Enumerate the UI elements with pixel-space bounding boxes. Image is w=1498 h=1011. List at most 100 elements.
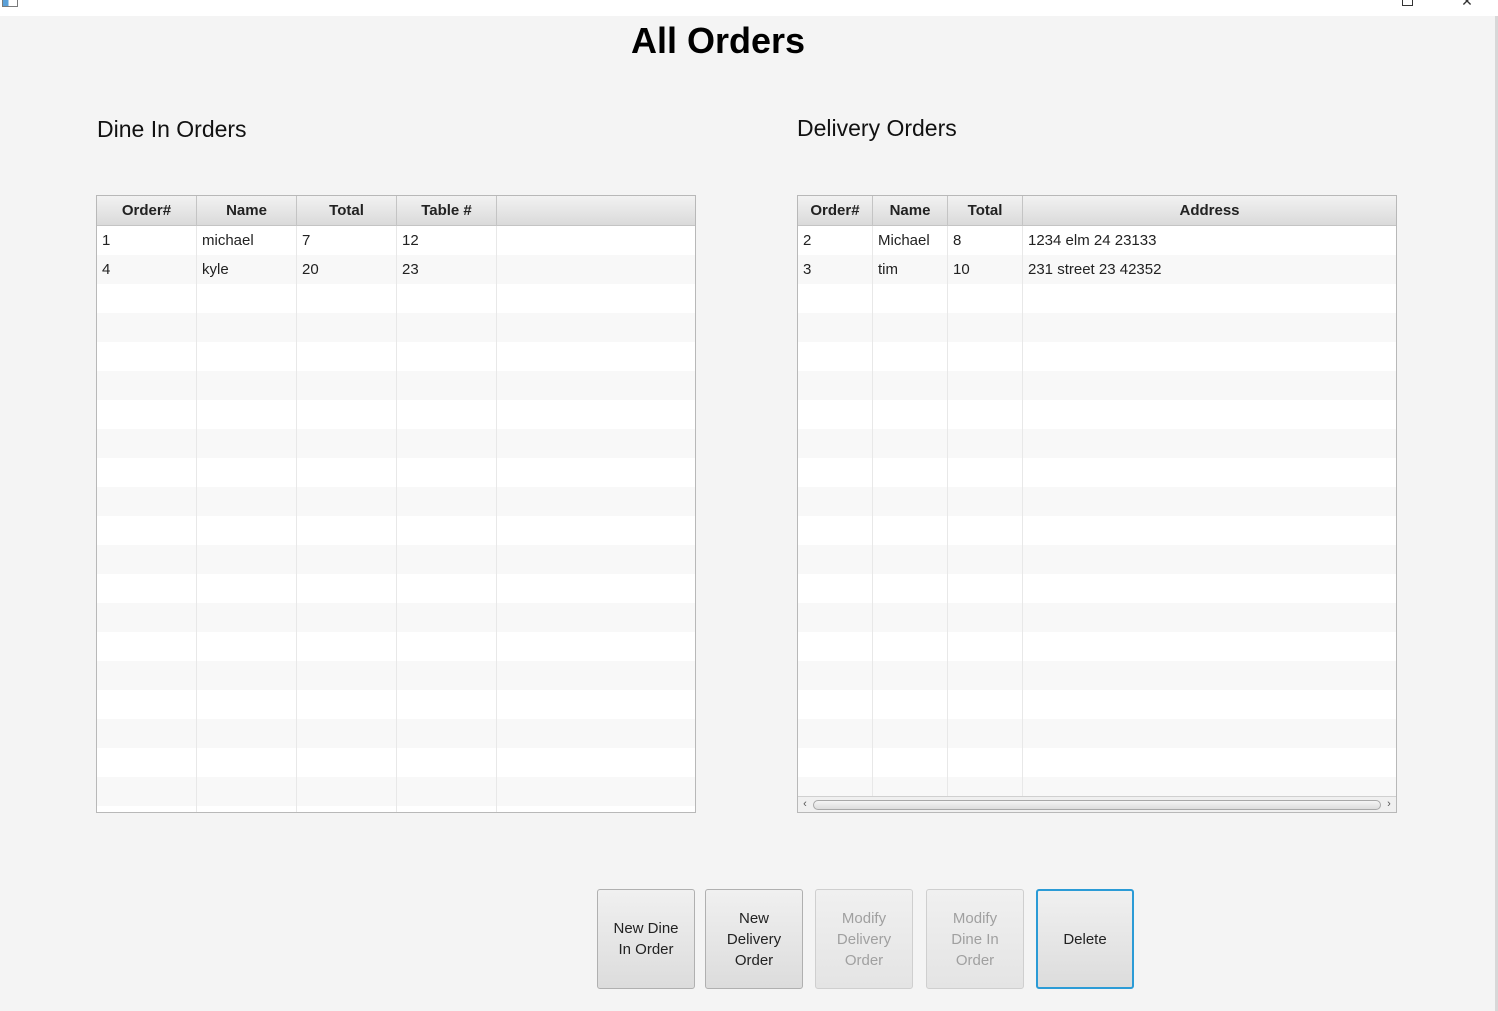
table-cell [397,429,497,458]
empty-table-row[interactable] [97,429,695,458]
table-row[interactable]: 2 Michael 8 1234 elm 24 23133 [798,226,1396,255]
empty-table-row[interactable] [798,371,1396,400]
empty-table-row[interactable] [798,632,1396,661]
empty-table-row[interactable] [97,632,695,661]
horizontal-scrollbar[interactable]: ‹ › [798,796,1396,812]
table-cell [873,719,948,748]
table-cell [1023,313,1396,342]
new-dine-in-order-button[interactable]: New Dine In Order [597,889,695,989]
empty-table-row[interactable] [97,806,695,812]
table-cell [397,719,497,748]
empty-table-row[interactable] [798,719,1396,748]
empty-table-row[interactable] [97,487,695,516]
empty-table-row[interactable] [798,400,1396,429]
empty-table-row[interactable] [798,516,1396,545]
empty-table-row[interactable] [97,284,695,313]
table-row[interactable]: 4 kyle 20 23 [97,255,695,284]
empty-table-row[interactable] [798,748,1396,777]
modify-delivery-order-button[interactable]: Modify Delivery Order [815,889,913,989]
empty-table-row[interactable] [798,429,1396,458]
table-cell [948,545,1023,574]
empty-table-row[interactable] [97,603,695,632]
table-cell [1023,371,1396,400]
column-header-total[interactable]: Total [948,196,1023,226]
column-header-name[interactable]: Name [197,196,297,226]
empty-table-row[interactable] [97,719,695,748]
empty-table-row[interactable] [798,690,1396,719]
table-cell [297,342,397,371]
empty-table-row[interactable] [798,342,1396,371]
column-header-total[interactable]: Total [297,196,397,226]
table-cell [873,603,948,632]
table-row[interactable]: 3 tim 10 231 street 23 42352 [798,255,1396,284]
empty-table-row[interactable] [798,487,1396,516]
delivery-orders-table[interactable]: Order# Name Total Address 2 Michael 8 1234 … [797,195,1397,813]
scrollbar-thumb[interactable] [813,800,1381,810]
table-cell [1023,400,1396,429]
dine-in-orders-table[interactable]: Order# Name Total Table # 1 michael 7 12 4 ky… [96,195,696,813]
table-cell [948,574,1023,603]
table-cell: 2 [798,226,873,255]
empty-table-row[interactable] [798,545,1396,574]
table-cell: 1 [97,226,197,255]
table-row[interactable]: 1 michael 7 12 [97,226,695,255]
column-header-table-number[interactable]: Table # [397,196,497,226]
empty-table-row[interactable] [798,574,1396,603]
table-cell [97,632,197,661]
modify-dine-in-order-button[interactable]: Modify Dine In Order [926,889,1024,989]
empty-table-row[interactable] [97,545,695,574]
empty-table-row[interactable] [798,661,1396,690]
empty-table-row[interactable] [97,400,695,429]
table-cell [1023,632,1396,661]
table-cell [497,748,695,777]
table-cell [798,342,873,371]
table-cell [948,661,1023,690]
empty-table-row[interactable] [97,661,695,690]
empty-table-row[interactable] [798,458,1396,487]
table-cell [397,371,497,400]
table-cell [197,371,297,400]
delete-button[interactable]: Delete [1036,889,1134,989]
empty-table-row[interactable] [97,342,695,371]
empty-table-row[interactable] [798,313,1396,342]
table-cell [497,487,695,516]
empty-table-row[interactable] [798,603,1396,632]
table-cell [497,632,695,661]
column-header-order-number[interactable]: Order# [97,196,197,226]
table-cell: 7 [297,226,397,255]
table-cell [397,661,497,690]
empty-table-row[interactable] [97,574,695,603]
table-cell [397,574,497,603]
empty-table-row[interactable] [97,371,695,400]
table-cell [297,719,397,748]
button-label-line: Delivery [726,930,782,948]
empty-table-row[interactable] [798,284,1396,313]
table-cell [1023,545,1396,574]
table-cell [873,342,948,371]
empty-table-row[interactable] [97,690,695,719]
column-header-name[interactable]: Name [873,196,948,226]
button-label-line: Order [734,951,774,969]
column-header-order-number[interactable]: Order# [798,196,873,226]
empty-table-row[interactable] [97,313,695,342]
table-cell [297,487,397,516]
table-cell [1023,690,1396,719]
scroll-right-icon[interactable]: › [1382,797,1396,812]
table-cell [948,458,1023,487]
empty-table-row[interactable] [97,777,695,806]
delivery-orders-title: Delivery Orders [797,115,957,141]
empty-table-row[interactable] [97,748,695,777]
table-cell: 1234 elm 24 23133 [1028,232,1157,249]
column-header-address[interactable]: Address [1023,196,1396,226]
table-cell: 20 [297,255,397,284]
table-cell [97,545,197,574]
scroll-left-icon[interactable]: ‹ [798,797,812,812]
table-cell [873,400,948,429]
close-icon[interactable]: ✕ [1458,0,1476,9]
restore-icon[interactable] [1402,0,1413,6]
new-delivery-order-button[interactable]: New Delivery Order [705,889,803,989]
page-title: All Orders [630,20,806,61]
empty-table-row[interactable] [97,516,695,545]
empty-table-row[interactable] [97,458,695,487]
table-cell [97,313,197,342]
